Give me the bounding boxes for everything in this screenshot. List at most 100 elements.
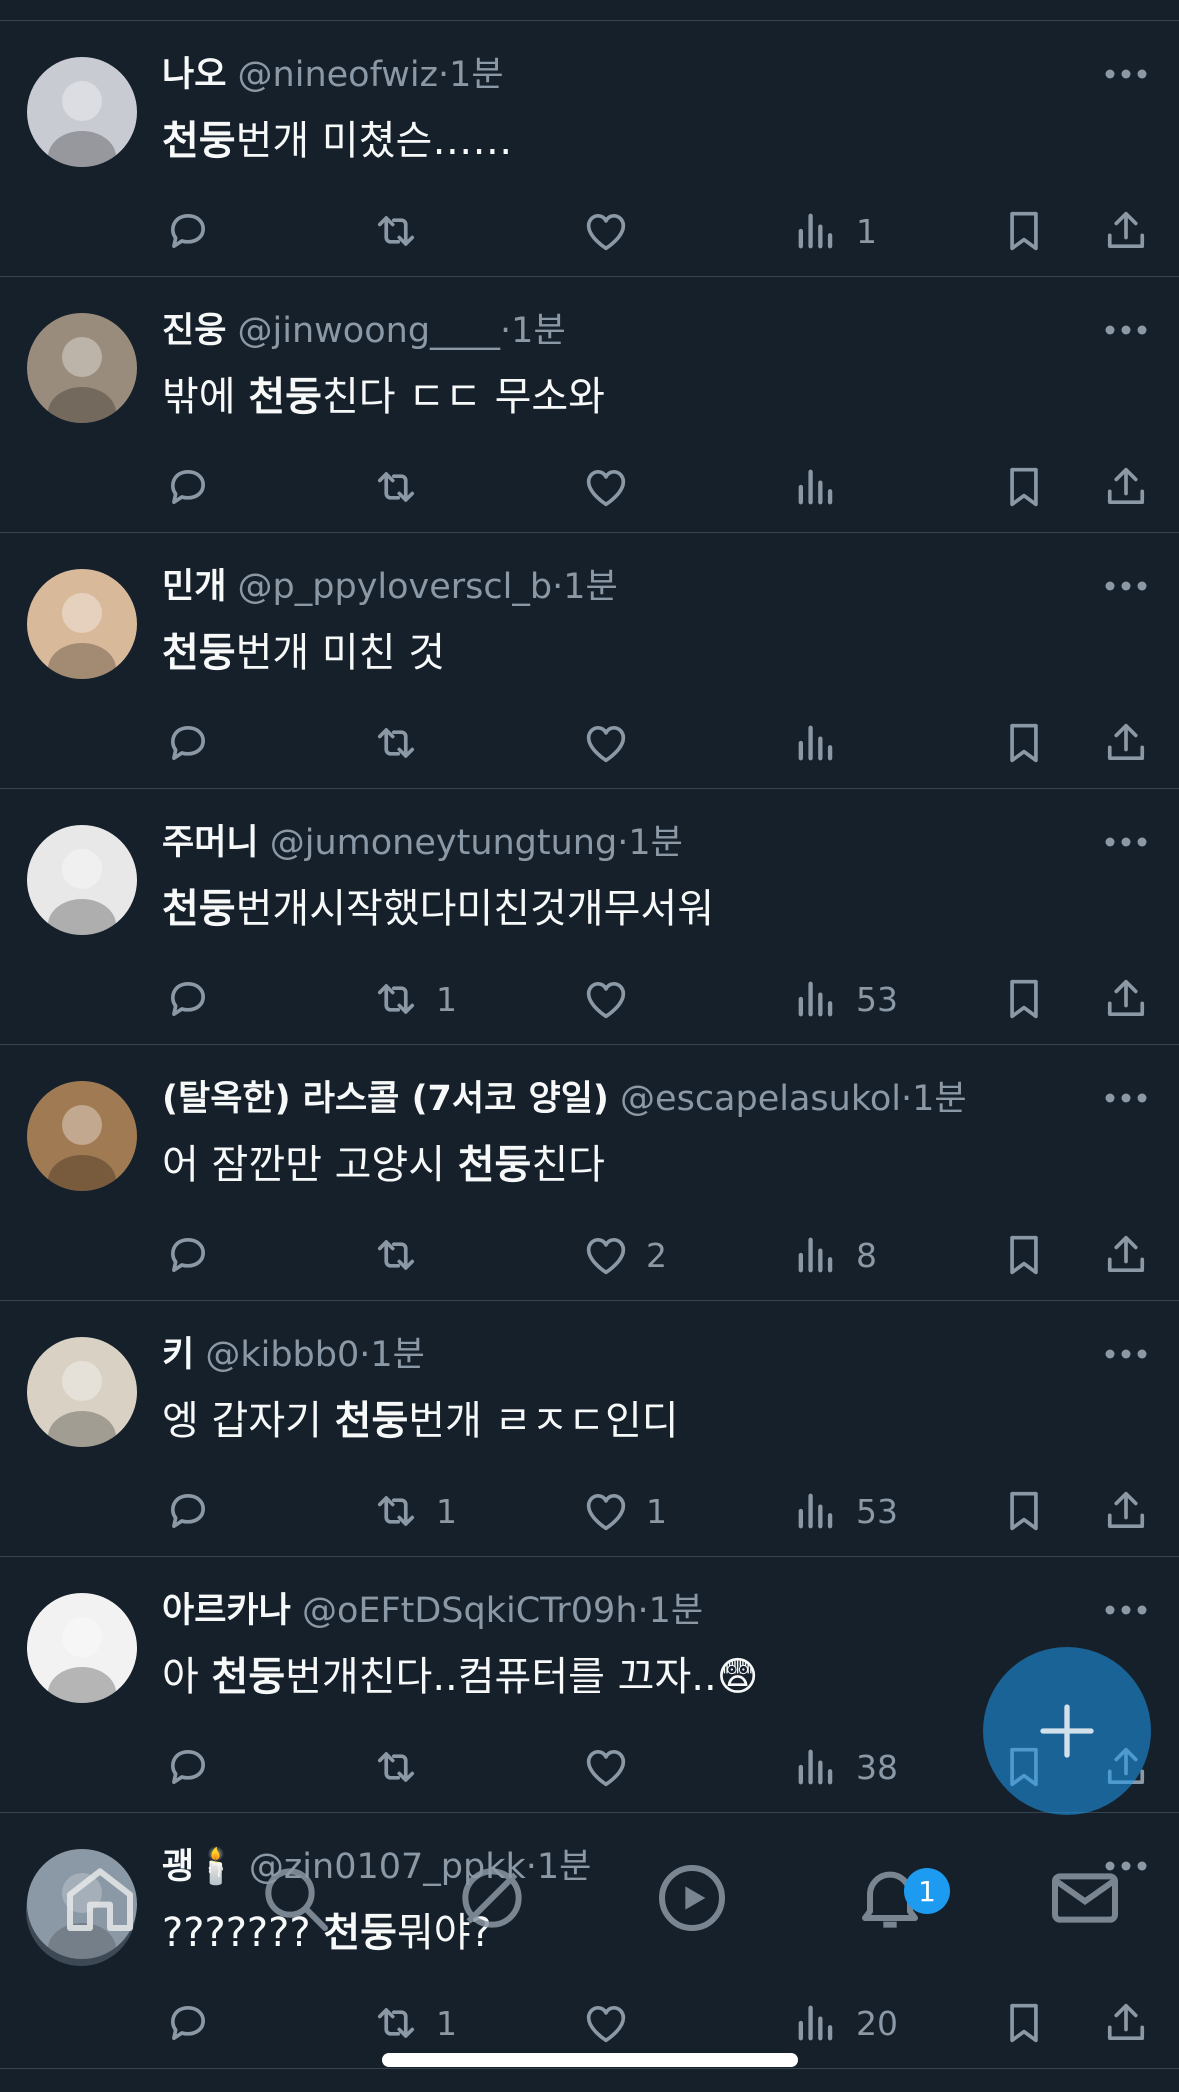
compose-post-button[interactable] <box>983 1647 1151 1815</box>
tweet-header: 진웅 @jinwoong____·1분 <box>162 307 566 355</box>
more-options-button[interactable] <box>1103 1081 1149 1115</box>
reply-button[interactable] <box>162 969 214 1029</box>
display-name[interactable]: 나오 <box>162 55 226 95</box>
retweet-button[interactable]: 1 <box>370 969 457 1029</box>
tab-home[interactable] <box>60 1858 140 1938</box>
retweet-button[interactable]: 1 <box>370 1993 457 2053</box>
bookmark-button[interactable] <box>998 201 1050 261</box>
share-button[interactable] <box>1100 1993 1152 2053</box>
display-name[interactable]: 키 <box>162 1335 194 1375</box>
like-button[interactable]: 2 <box>580 1225 667 1285</box>
handle[interactable]: @jumoneytungtung <box>270 823 617 863</box>
display-name[interactable]: 진웅 <box>162 311 226 351</box>
tab-search[interactable] <box>255 1858 335 1938</box>
timestamp[interactable]: 1분 <box>511 311 565 351</box>
tweet[interactable]: 나오 @nineofwiz·1분 천둥번개 미쳤슨…… 1 <box>0 21 1179 277</box>
views-button[interactable]: 53 <box>790 1481 898 1541</box>
handle[interactable]: @jinwoong____ <box>238 311 500 351</box>
display-name[interactable]: (탈옥한) 라스콜 (7서코 양일) <box>162 1079 609 1119</box>
share-button[interactable] <box>1100 969 1152 1029</box>
retweet-button[interactable] <box>370 1737 422 1797</box>
timestamp[interactable]: 1분 <box>628 823 682 863</box>
reply-button[interactable] <box>162 713 214 773</box>
like-button[interactable] <box>580 1737 632 1797</box>
views-button[interactable]: 1 <box>790 201 877 261</box>
bookmark-icon <box>1010 2003 1038 2043</box>
display-name[interactable]: 아르카나 <box>162 1591 291 1631</box>
reply-button[interactable] <box>162 1993 214 2053</box>
bookmark-button[interactable] <box>998 1481 1050 1541</box>
reply-button[interactable] <box>162 1737 214 1797</box>
retweet-button[interactable] <box>370 713 422 773</box>
like-button[interactable] <box>580 969 632 1029</box>
tweet[interactable]: (탈옥한) 라스콜 (7서코 양일) @escapelasukol·1분 어 잠깐… <box>0 1045 1179 1301</box>
timestamp[interactable]: 1분 <box>449 55 503 95</box>
more-options-button[interactable] <box>1103 1337 1149 1371</box>
share-button[interactable] <box>1100 201 1152 261</box>
bookmark-button[interactable] <box>998 1225 1050 1285</box>
tweet-actions: 28 <box>0 1225 1179 1285</box>
views-button[interactable] <box>790 457 842 517</box>
bookmark-button[interactable] <box>998 969 1050 1029</box>
avatar[interactable] <box>27 1337 137 1447</box>
handle[interactable]: @nineofwiz <box>238 55 438 95</box>
tab-video[interactable] <box>652 1858 732 1938</box>
retweet-button[interactable] <box>370 1225 422 1285</box>
reply-button[interactable] <box>162 1481 214 1541</box>
handle[interactable]: @oEFtDSqkiCTr09h <box>302 1591 638 1631</box>
bookmark-button[interactable] <box>998 713 1050 773</box>
tweet[interactable]: 주머니 @jumoneytungtung·1분 천둥번개시작했다미친것개무서워 1 5… <box>0 789 1179 1045</box>
share-button[interactable] <box>1100 1225 1152 1285</box>
reply-button[interactable] <box>162 457 214 517</box>
more-options-button[interactable] <box>1103 57 1149 91</box>
handle[interactable]: @escapelasukol <box>620 1079 901 1119</box>
more-options-button[interactable] <box>1103 1593 1149 1627</box>
reply-button[interactable] <box>162 1225 214 1285</box>
avatar[interactable] <box>27 825 137 935</box>
tweet-actions: 1 1 53 <box>0 1481 1179 1541</box>
handle[interactable]: @kibbb0 <box>205 1335 359 1375</box>
timestamp[interactable]: 1분 <box>563 567 617 607</box>
notification-badge: 1 <box>904 1868 950 1914</box>
views-button[interactable]: 53 <box>790 969 898 1029</box>
timestamp[interactable]: 1분 <box>370 1335 424 1375</box>
avatar[interactable] <box>27 313 137 423</box>
views-button[interactable]: 20 <box>790 1993 898 2053</box>
share-button[interactable] <box>1100 713 1152 773</box>
share-button[interactable] <box>1100 1481 1152 1541</box>
more-options-button[interactable] <box>1103 569 1149 603</box>
avatar[interactable] <box>27 1081 137 1191</box>
like-button[interactable] <box>580 201 632 261</box>
tab-messages[interactable] <box>1045 1858 1125 1938</box>
handle[interactable]: @p_ppyloverscl_b <box>238 567 553 607</box>
more-options-button[interactable] <box>1103 825 1149 859</box>
avatar[interactable] <box>27 57 137 167</box>
views-button[interactable]: 38 <box>790 1737 898 1797</box>
bookmark-icon <box>1010 723 1038 763</box>
tweet[interactable]: 키 @kibbb0·1분 엥 갑자기 천둥번개 ㄹㅈㄷ인디 1 1 53 <box>0 1301 1179 1557</box>
views-button[interactable] <box>790 713 842 773</box>
views-button[interactable]: 8 <box>790 1225 877 1285</box>
timestamp[interactable]: 1분 <box>912 1079 966 1119</box>
like-button[interactable]: 1 <box>580 1481 667 1541</box>
display-name[interactable]: 주머니 <box>162 823 259 863</box>
retweet-button[interactable]: 1 <box>370 1481 457 1541</box>
like-button[interactable] <box>580 1993 632 2053</box>
tweet[interactable]: 진웅 @jinwoong____·1분 밖에 천둥친다 ㄷㄷ 무소와 <box>0 277 1179 533</box>
retweet-button[interactable] <box>370 201 422 261</box>
like-button[interactable] <box>580 713 632 773</box>
avatar[interactable] <box>27 569 137 679</box>
display-name[interactable]: 민개 <box>162 567 226 607</box>
reply-button[interactable] <box>162 201 214 261</box>
avatar[interactable] <box>27 1593 137 1703</box>
bookmark-button[interactable] <box>998 1993 1050 2053</box>
more-options-button[interactable] <box>1103 313 1149 347</box>
more-dots-icon <box>1105 1349 1147 1359</box>
retweet-button[interactable] <box>370 457 422 517</box>
tab-grok[interactable] <box>452 1858 532 1938</box>
like-button[interactable] <box>580 457 632 517</box>
timestamp[interactable]: 1분 <box>649 1591 703 1631</box>
bookmark-button[interactable] <box>998 457 1050 517</box>
tweet[interactable]: 민개 @p_ppyloverscl_b·1분 천둥번개 미친 것 <box>0 533 1179 789</box>
share-button[interactable] <box>1100 457 1152 517</box>
